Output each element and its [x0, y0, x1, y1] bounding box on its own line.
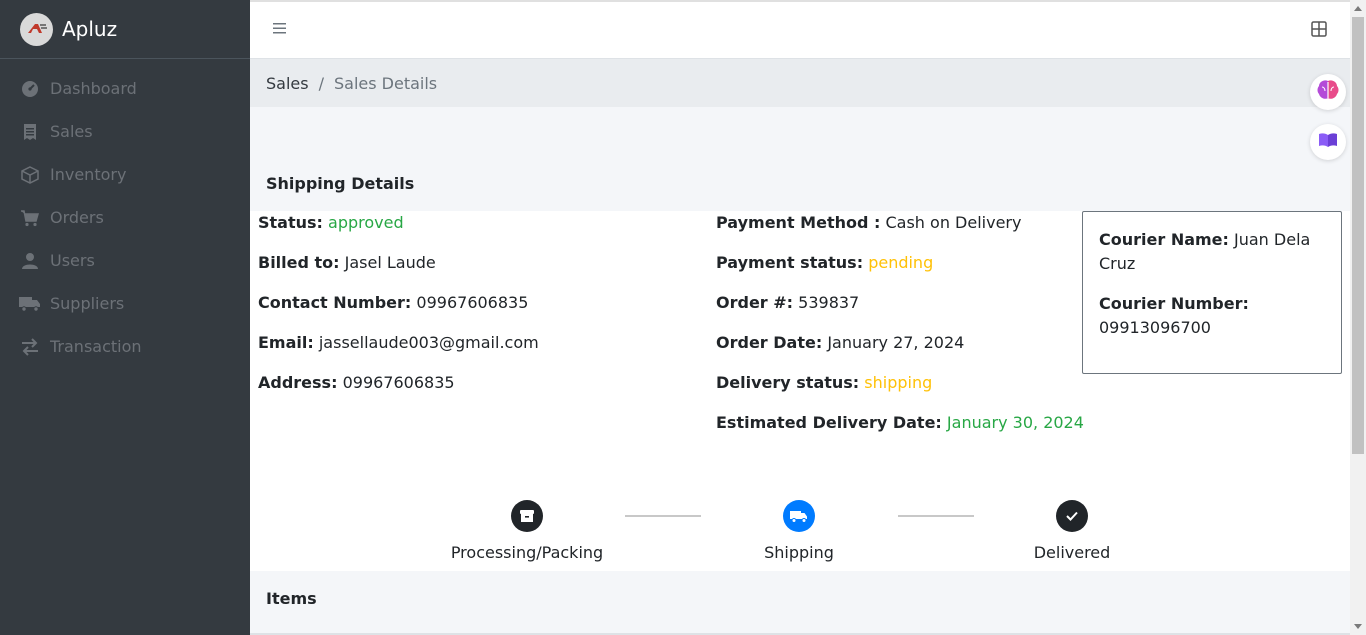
delivery-status-label: Delivery status: — [716, 373, 860, 392]
order-number-field: Order #: 539837 — [716, 293, 859, 312]
sidebar-item-label: Orders — [50, 208, 104, 227]
brand-logo — [20, 12, 53, 46]
scroll-up-icon[interactable] — [1354, 6, 1362, 11]
brand-name: Apluz — [62, 17, 118, 41]
estimated-delivery-label: Estimated Delivery Date: — [716, 413, 942, 432]
sidebar-item-label: Dashboard — [50, 79, 137, 98]
address-label: Address: — [258, 373, 338, 392]
step-processing: Processing/Packing — [427, 500, 627, 562]
book-icon — [1318, 132, 1338, 152]
email-field: Email: jassellaude003@gmail.com — [258, 333, 539, 352]
grid-icon[interactable] — [1310, 20, 1328, 42]
shipping-header-band — [250, 155, 1350, 211]
ai-assistant-button[interactable] — [1310, 74, 1346, 110]
sidebar: Apluz Dashboard Sales Inventory Orders U… — [0, 0, 250, 635]
step-label: Processing/Packing — [450, 543, 604, 562]
step-shipping: Shipping — [699, 500, 899, 562]
payment-status-field: Payment status: pending — [716, 253, 933, 272]
order-number-label: Order #: — [716, 293, 794, 312]
payment-status-value: pending — [868, 253, 934, 272]
estimated-delivery-value: January 30, 2024 — [946, 413, 1084, 432]
receipt-icon — [19, 122, 41, 142]
box-icon — [511, 500, 543, 532]
order-number-value: 539837 — [798, 293, 860, 312]
email-label: Email: — [258, 333, 314, 352]
status-value: approved — [328, 213, 404, 232]
sidebar-item-users[interactable]: Users — [0, 239, 250, 282]
check-icon — [1056, 500, 1088, 532]
cart-icon — [19, 208, 41, 228]
step-delivered: Delivered — [972, 500, 1172, 562]
payment-status-label: Payment status: — [716, 253, 864, 272]
status-label: Status: — [258, 213, 323, 232]
sidebar-item-transaction[interactable]: Transaction — [0, 325, 250, 368]
courier-name-label: Courier Name: — [1099, 230, 1229, 249]
step-connector — [625, 515, 701, 517]
items-title: Items — [266, 589, 317, 608]
order-date-value: January 27, 2024 — [827, 333, 965, 352]
payment-method-field: Payment Method : Cash on Delivery — [716, 213, 1021, 232]
box-icon — [19, 165, 41, 185]
sidebar-item-label: Sales — [50, 122, 93, 141]
email-value: jassellaude003@gmail.com — [318, 333, 539, 352]
courier-name-row: Courier Name: Juan Dela Cruz — [1099, 228, 1325, 276]
breadcrumb-link-sales[interactable]: Sales — [266, 74, 309, 93]
sidebar-nav: Dashboard Sales Inventory Orders Users S… — [0, 59, 250, 368]
billed-to-value: Jasel Laude — [344, 253, 436, 272]
courier-number-value: 09913096700 — [1099, 318, 1211, 337]
breadcrumb: Sales / Sales Details — [250, 59, 1350, 107]
sidebar-item-label: Users — [50, 251, 95, 270]
step-connector — [898, 515, 974, 517]
sidebar-item-label: Transaction — [50, 337, 142, 356]
order-date-field: Order Date: January 27, 2024 — [716, 333, 964, 352]
address-field: Address: 09967606835 — [258, 373, 455, 392]
courier-card: Courier Name: Juan Dela Cruz Courier Num… — [1082, 211, 1342, 374]
contact-number-field: Contact Number: 09967606835 — [258, 293, 528, 312]
order-date-label: Order Date: — [716, 333, 823, 352]
courier-number-label: Courier Number: — [1099, 294, 1249, 313]
payment-method-label: Payment Method : — [716, 213, 881, 232]
brand[interactable]: Apluz — [0, 0, 250, 59]
menu-toggle-icon[interactable] — [272, 20, 288, 39]
address-value: 09967606835 — [342, 373, 455, 392]
dashboard-icon — [19, 79, 41, 99]
sidebar-item-orders[interactable]: Orders — [0, 196, 250, 239]
courier-number-row: Courier Number: 09913096700 — [1099, 292, 1325, 340]
delivery-status-value: shipping — [864, 373, 933, 392]
step-label: Shipping — [764, 543, 834, 562]
estimated-delivery-field: Estimated Delivery Date: January 30, 202… — [716, 413, 1084, 432]
user-icon — [19, 251, 41, 271]
exchange-icon — [19, 337, 41, 357]
sidebar-item-dashboard[interactable]: Dashboard — [0, 67, 250, 110]
sidebar-item-label: Inventory — [50, 165, 127, 184]
truck-icon — [19, 294, 41, 314]
brain-icon — [1316, 79, 1340, 105]
breadcrumb-separator: / — [318, 73, 324, 93]
items-section — [250, 571, 1350, 635]
scroll-down-icon[interactable] — [1354, 624, 1362, 629]
shipping-details-title: Shipping Details — [266, 174, 415, 193]
contact-number-label: Contact Number: — [258, 293, 412, 312]
page-scrollbar[interactable] — [1350, 0, 1366, 635]
status-field: Status: approved — [258, 213, 404, 232]
sidebar-item-suppliers[interactable]: Suppliers — [0, 282, 250, 325]
breadcrumb-current: Sales Details — [333, 73, 438, 93]
payment-method-value: Cash on Delivery — [885, 213, 1022, 232]
sidebar-item-label: Suppliers — [50, 294, 125, 313]
billed-to-label: Billed to: — [258, 253, 340, 272]
step-label: Delivered — [1033, 543, 1111, 562]
scroll-thumb[interactable] — [1352, 17, 1364, 454]
guide-button[interactable] — [1310, 124, 1346, 160]
top-navbar — [250, 0, 1350, 59]
truck-icon — [783, 500, 815, 532]
billed-to-field: Billed to: Jasel Laude — [258, 253, 436, 272]
contact-number-value: 09967606835 — [416, 293, 529, 312]
sidebar-item-sales[interactable]: Sales — [0, 110, 250, 153]
delivery-status-field: Delivery status: shipping — [716, 373, 932, 392]
main-content: Shipping Details Status: approved Billed… — [250, 107, 1350, 635]
sidebar-item-inventory[interactable]: Inventory — [0, 153, 250, 196]
